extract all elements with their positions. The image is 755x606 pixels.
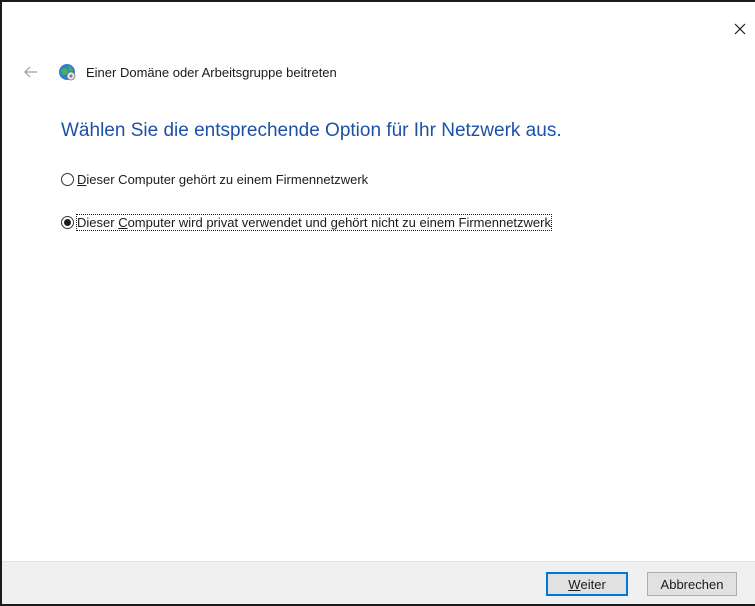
option-private-use[interactable]: Dieser Computer wird privat verwendet un…	[61, 214, 552, 231]
dialog-title: Einer Domäne oder Arbeitsgruppe beitrete…	[86, 64, 337, 80]
next-button[interactable]: Weiter	[546, 572, 628, 596]
option-company-network-label: Dieser Computer gehört zu einem Firmenne…	[77, 172, 369, 187]
dialog-footer: Weiter Abbrechen	[2, 561, 755, 604]
page-heading: Wählen Sie die entsprechende Option für …	[61, 120, 562, 141]
close-button[interactable]	[725, 16, 755, 42]
dialog-header: Einer Domäne oder Arbeitsgruppe beitrete…	[20, 60, 337, 84]
join-domain-dialog: Einer Domäne oder Arbeitsgruppe beitrete…	[0, 0, 755, 606]
radio-private-use[interactable]	[61, 216, 74, 229]
option-private-use-label: Dieser Computer wird privat verwendet un…	[76, 214, 552, 231]
radio-company-network[interactable]	[61, 173, 74, 186]
close-icon	[734, 23, 746, 35]
option-company-network[interactable]: Dieser Computer gehört zu einem Firmenne…	[61, 172, 368, 187]
network-globe-icon	[59, 64, 76, 81]
cancel-button[interactable]: Abbrechen	[647, 572, 737, 596]
back-arrow-icon	[24, 66, 37, 78]
back-button[interactable]	[20, 61, 42, 83]
